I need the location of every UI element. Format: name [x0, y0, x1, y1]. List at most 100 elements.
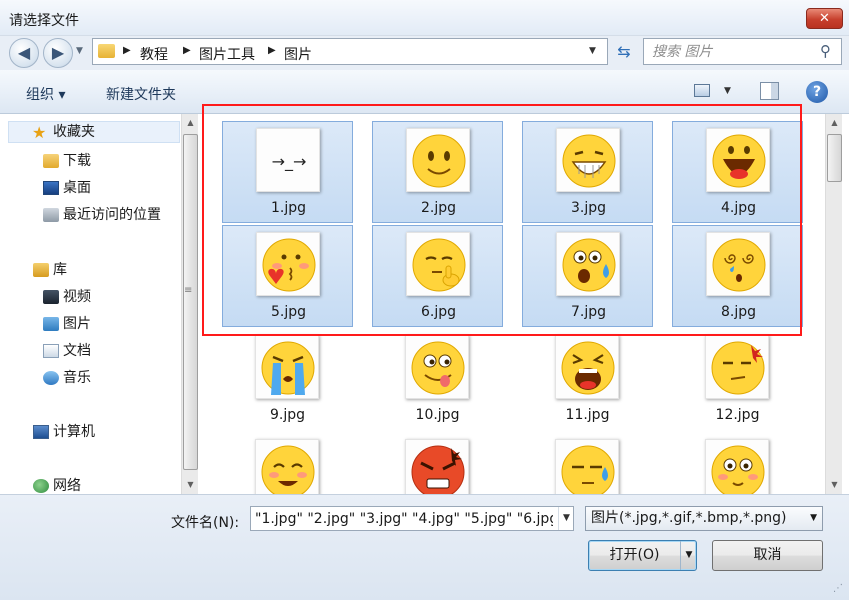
file-tile[interactable]: 5.jpg: [222, 225, 353, 327]
file-thumbnail: [706, 232, 770, 296]
file-tile[interactable]: [372, 433, 503, 494]
file-thumbnail: [556, 128, 620, 192]
file-thumbnail: [705, 439, 769, 494]
file-thumbnail: [555, 335, 619, 399]
file-tile[interactable]: 7.jpg: [522, 225, 653, 327]
file-tile[interactable]: [222, 433, 353, 494]
breadcrumb-item[interactable]: 教程: [140, 44, 168, 64]
file-name-label: 文件名(N):: [171, 515, 240, 531]
surprised-sweat-face-icon: [562, 238, 616, 292]
file-thumbnail: [256, 232, 320, 296]
file-tile[interactable]: 6.jpg: [372, 225, 503, 327]
file-thumbnail: [556, 232, 620, 296]
title-bar: 请选择文件 ✕: [0, 0, 849, 36]
file-list-view: →_→ 1.jpg 2.jpg 3.jpg 4.jpg 5.jpg 6.jpg …: [200, 114, 824, 494]
new-folder-button[interactable]: 新建文件夹: [106, 84, 176, 104]
file-thumbnail: [406, 128, 470, 192]
file-thumbnail: [705, 335, 769, 399]
file-name: 7.jpg: [570, 304, 607, 320]
happy-face-icon: [261, 445, 315, 494]
file-name-dropdown-icon[interactable]: ▼: [558, 507, 573, 530]
organize-menu-button[interactable]: 组织 ▾: [26, 84, 65, 104]
sidebar-item-label: 音乐: [63, 370, 91, 386]
file-name: 10.jpg: [415, 407, 460, 423]
change-view-icon[interactable]: [694, 84, 710, 97]
sidebar-item-label: 文档: [63, 343, 91, 359]
file-name-field[interactable]: ▼: [250, 506, 574, 531]
file-thumbnail: [405, 335, 469, 399]
file-tile[interactable]: 4.jpg: [672, 121, 803, 223]
file-tile[interactable]: [672, 433, 803, 494]
file-name-input[interactable]: [255, 509, 553, 528]
breadcrumb-item[interactable]: 图片: [284, 44, 312, 64]
open-split-dropdown-icon[interactable]: ▼: [680, 541, 697, 570]
preview-pane-icon[interactable]: [760, 82, 779, 100]
file-tile[interactable]: 12.jpg: [672, 329, 803, 431]
sidebar-scroll-thumb[interactable]: [183, 134, 198, 470]
file-type-select[interactable]: 图片(*.jpg,*.gif,*.bmp,*.png) ▼: [585, 506, 823, 531]
recent-places-icon: [43, 208, 59, 222]
forward-button[interactable]: ▶: [43, 38, 73, 68]
command-toolbar: 组织 ▾ 新建文件夹 ▼ ?: [0, 70, 849, 114]
file-name: 9.jpg: [269, 407, 306, 423]
file-tile[interactable]: 9.jpg: [222, 329, 353, 431]
video-library-icon: [43, 290, 59, 304]
chevron-down-icon: ▼: [810, 513, 817, 523]
resize-grip-icon[interactable]: ⋰: [833, 583, 843, 594]
open-button[interactable]: 打开(O) ▼: [588, 540, 697, 571]
refresh-button[interactable]: ⇆: [612, 41, 636, 63]
file-tile[interactable]: [522, 433, 653, 494]
blush-face-icon: [711, 445, 765, 494]
search-box[interactable]: ⚲: [643, 38, 842, 65]
search-icon[interactable]: ⚲: [820, 42, 831, 60]
file-name: 4.jpg: [720, 200, 757, 216]
scroll-up-icon[interactable]: ▲: [182, 114, 199, 131]
file-name: 5.jpg: [270, 304, 307, 320]
documents-library-icon: [43, 344, 59, 358]
sidebar-scrollbar[interactable]: ▲ ▼: [181, 114, 198, 494]
file-tile[interactable]: 3.jpg: [522, 121, 653, 223]
sidebar-item-label: 图片: [63, 316, 91, 332]
arrow-text-image-icon: →_→: [272, 152, 307, 172]
cancel-button[interactable]: 取消: [712, 540, 823, 571]
view-dropdown-icon[interactable]: ▼: [724, 86, 731, 96]
breadcrumb-separator-icon[interactable]: ▶: [268, 45, 276, 56]
sidebar-item-label: 库: [53, 262, 67, 278]
laugh-face-icon: [712, 134, 766, 188]
file-thumbnail: [405, 439, 469, 494]
address-dropdown-icon[interactable]: ▼: [589, 46, 596, 56]
breadcrumb-separator-icon[interactable]: ▶: [123, 45, 131, 56]
svg-text:→_→: →_→: [272, 152, 307, 172]
grin-face-icon: [562, 134, 616, 188]
sweat-face-icon: [561, 445, 615, 494]
file-list-scrollbar[interactable]: ▲ ▼: [825, 114, 842, 494]
sidebar-item-label: 计算机: [53, 424, 95, 440]
file-tile[interactable]: 11.jpg: [522, 329, 653, 431]
scroll-down-icon[interactable]: ▼: [826, 476, 843, 493]
shush-face-icon: [412, 238, 466, 292]
back-button[interactable]: ◀: [9, 38, 39, 68]
pictures-library-icon: [43, 317, 59, 331]
scroll-up-icon[interactable]: ▲: [826, 114, 843, 131]
scroll-down-icon[interactable]: ▼: [182, 476, 199, 493]
search-input[interactable]: [652, 43, 812, 61]
file-name: 2.jpg: [420, 200, 457, 216]
file-name: 11.jpg: [565, 407, 610, 423]
file-type-selected: 图片(*.jpg,*.gif,*.bmp,*.png): [591, 510, 787, 526]
close-button[interactable]: ✕: [806, 8, 843, 29]
file-list-scroll-thumb[interactable]: [827, 134, 842, 182]
pane-splitter-grip-icon[interactable]: ≡: [184, 285, 192, 296]
sidebar-item-label: 最近访问的位置: [63, 207, 161, 223]
file-tile[interactable]: 8.jpg: [672, 225, 803, 327]
help-icon[interactable]: ?: [806, 81, 828, 103]
file-thumbnail: [555, 439, 619, 494]
annoyed-face-icon: [711, 341, 765, 395]
breadcrumb-item[interactable]: 图片工具: [199, 44, 255, 64]
recent-locations-dropdown-icon[interactable]: ▼: [76, 46, 83, 56]
file-tile[interactable]: 2.jpg: [372, 121, 503, 223]
file-tile[interactable]: 10.jpg: [372, 329, 503, 431]
file-name: 8.jpg: [720, 304, 757, 320]
address-bar[interactable]: ▶ 教程 ▶ 图片工具 ▶ 图片 ▼: [92, 38, 608, 65]
file-tile[interactable]: →_→ 1.jpg: [222, 121, 353, 223]
breadcrumb-separator-icon[interactable]: ▶: [183, 45, 191, 56]
